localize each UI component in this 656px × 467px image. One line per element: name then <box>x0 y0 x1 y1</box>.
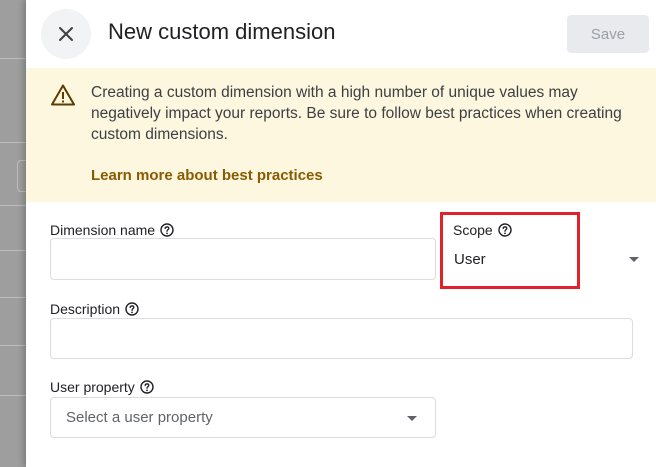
background-divider <box>0 297 26 298</box>
background-divider <box>0 142 26 143</box>
warning-banner: Creating a custom dimension with a high … <box>26 68 656 202</box>
description-label: Description <box>50 301 139 317</box>
scope-dropdown[interactable]: User <box>439 238 656 280</box>
background-divider <box>0 345 26 346</box>
description-label-text: Description <box>50 301 121 317</box>
scope-label-text: Scope <box>453 222 493 238</box>
dimension-name-label: Dimension name <box>50 222 174 238</box>
background-divider <box>0 205 26 206</box>
help-icon[interactable] <box>140 380 154 394</box>
user-property-placeholder: Select a user property <box>66 409 213 426</box>
chevron-down-icon <box>407 416 417 421</box>
help-icon[interactable] <box>160 223 174 237</box>
close-icon <box>59 27 73 41</box>
chevron-down-icon <box>629 257 639 262</box>
background-divider <box>0 250 26 251</box>
custom-dimension-panel: New custom dimension Save Creating a cus… <box>26 0 656 467</box>
description-input[interactable] <box>50 318 633 359</box>
warning-icon <box>51 84 75 106</box>
panel-title: New custom dimension <box>108 19 336 44</box>
panel-header: New custom dimension Save <box>26 0 656 68</box>
learn-more-link[interactable]: Learn more about best practices <box>91 167 323 184</box>
screen: New custom dimension Save Creating a cus… <box>0 0 656 467</box>
user-property-dropdown[interactable]: Select a user property <box>50 397 436 438</box>
help-icon[interactable] <box>498 223 512 237</box>
background-divider <box>0 395 26 396</box>
scope-value: User <box>454 250 486 268</box>
save-button[interactable]: Save <box>567 15 649 53</box>
user-property-label-text: User property <box>50 379 135 395</box>
scope-label: Scope <box>453 222 512 238</box>
close-button[interactable] <box>41 9 91 59</box>
dimension-name-input[interactable] <box>50 238 436 280</box>
background-divider <box>0 58 26 59</box>
user-property-label: User property <box>50 379 154 395</box>
warning-text: Creating a custom dimension with a high … <box>91 84 622 143</box>
dimension-name-label-text: Dimension name <box>50 222 156 238</box>
background-page <box>0 0 27 467</box>
help-icon[interactable] <box>125 302 139 316</box>
